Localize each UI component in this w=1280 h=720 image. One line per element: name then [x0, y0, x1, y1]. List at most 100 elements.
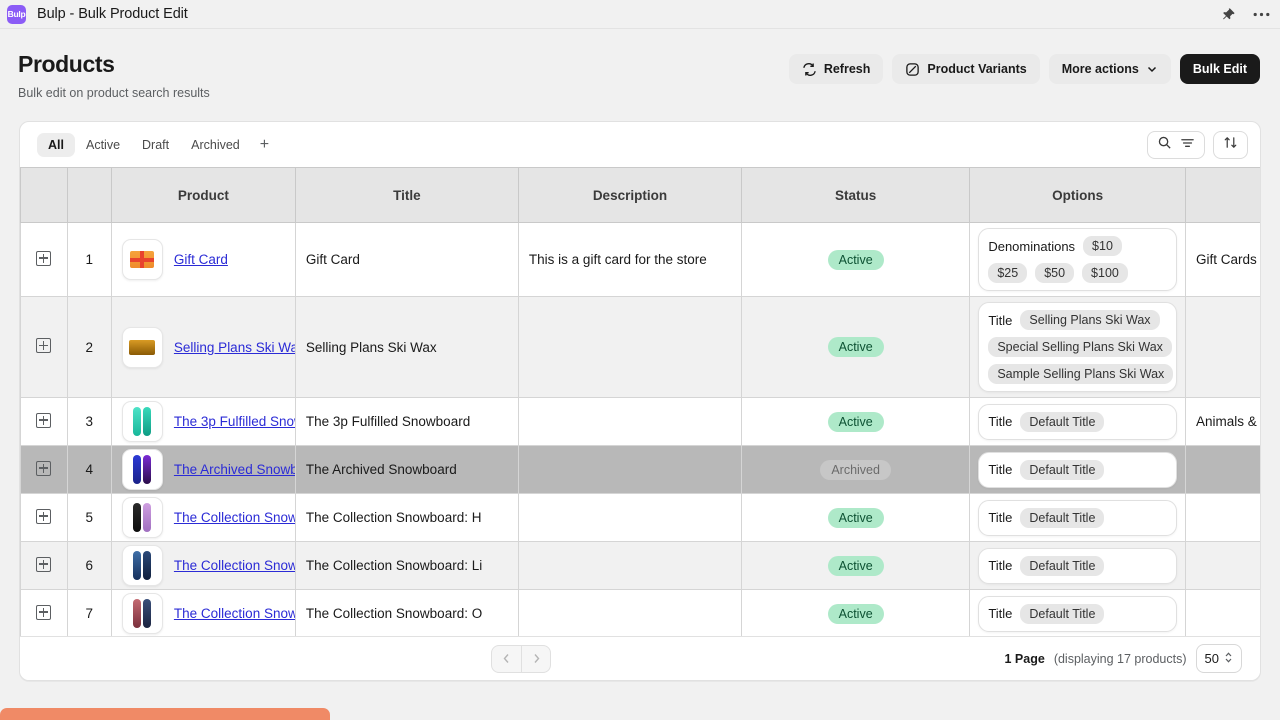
row-title-cell[interactable]: Selling Plans Ski Wax — [294, 296, 519, 398]
row-options-cell[interactable]: Denominations $10 $25 $50 $100 — [969, 222, 1186, 297]
row-expand-cell[interactable] — [20, 296, 68, 398]
ellipsis-icon[interactable] — [1253, 12, 1270, 17]
refresh-button[interactable]: Refresh — [788, 54, 884, 84]
row-category-cell[interactable] — [1184, 541, 1260, 590]
expand-row-icon[interactable] — [36, 412, 52, 428]
tab-active[interactable]: Active — [75, 133, 131, 157]
row-title-cell[interactable]: Gift Card — [294, 222, 519, 297]
tab-all[interactable]: All — [37, 132, 75, 157]
row-category-cell[interactable] — [1184, 589, 1260, 636]
col-header-options[interactable]: Options — [969, 167, 1186, 223]
add-view-button[interactable]: + — [251, 134, 278, 156]
row-expand-cell[interactable] — [20, 397, 68, 446]
table-row[interactable]: 1 Gift Card Gift Card This is a gift car… — [20, 222, 1260, 297]
col-header-category[interactable]: Ca — [1184, 167, 1260, 223]
row-status-cell[interactable]: Active — [740, 296, 971, 398]
expand-row-icon[interactable] — [36, 338, 52, 353]
option-chip[interactable]: Default Title — [1020, 411, 1105, 432]
bulk-edit-button[interactable]: Bulk Edit — [1179, 54, 1260, 84]
per-page-stepper[interactable]: 50 — [1195, 644, 1242, 673]
row-status-cell[interactable]: Active — [740, 541, 971, 590]
row-category-cell[interactable]: Gift Cards — [1184, 222, 1260, 297]
table-row[interactable]: 5 The Collection Snowb The Collection Sn… — [20, 493, 1260, 542]
option-chip[interactable]: $100 — [1082, 263, 1128, 283]
next-page-button[interactable] — [521, 645, 550, 672]
table-row[interactable]: 3 The 3p Fulfilled Snowb The 3p Fulfille… — [20, 397, 1260, 446]
expand-row-icon[interactable] — [36, 460, 52, 476]
row-description-cell[interactable] — [517, 397, 742, 446]
product-link[interactable]: Gift Card — [174, 252, 228, 267]
row-status-cell[interactable]: Archived — [740, 445, 971, 494]
row-status-cell[interactable]: Active — [740, 493, 971, 542]
option-chip[interactable]: Selling Plans Ski Wax — [1020, 310, 1160, 330]
row-description-cell[interactable]: This is a gift card for the store — [517, 222, 742, 297]
expand-row-icon[interactable] — [36, 250, 52, 266]
row-status-cell[interactable]: Active — [740, 397, 971, 446]
row-expand-cell[interactable] — [20, 445, 68, 494]
col-header-product[interactable]: Product — [110, 167, 296, 223]
more-actions-button[interactable]: More actions — [1048, 54, 1171, 84]
row-category-cell[interactable] — [1184, 296, 1260, 398]
row-options-cell[interactable]: Title Default Title — [969, 397, 1186, 446]
table-row[interactable]: 2 Selling Plans Ski Wax Selling Plans Sk… — [20, 296, 1260, 398]
product-link[interactable]: The 3p Fulfilled Snowb — [174, 414, 294, 429]
option-chip[interactable]: Default Title — [1020, 603, 1105, 624]
row-status-cell[interactable]: Active — [740, 222, 971, 297]
row-title-cell[interactable]: The Archived Snowboard — [294, 445, 519, 494]
table-row[interactable]: 4 The Archived Snowbo The Archived Snowb… — [20, 445, 1260, 494]
option-chip[interactable]: Default Title — [1020, 459, 1105, 480]
row-title-cell[interactable]: The 3p Fulfilled Snowboard — [294, 397, 519, 446]
row-expand-cell[interactable] — [20, 541, 68, 590]
row-options-cell[interactable]: Title Default Title — [969, 493, 1186, 542]
row-options-cell[interactable]: Title Default Title — [969, 541, 1186, 590]
expand-row-icon[interactable] — [36, 508, 52, 524]
row-description-cell[interactable] — [517, 296, 742, 398]
option-chip[interactable]: $50 — [1035, 263, 1075, 283]
col-header-description[interactable]: Description — [517, 167, 742, 223]
row-status-cell[interactable]: Active — [740, 589, 971, 636]
option-chip[interactable]: Special Selling Plans Ski Wax — [988, 337, 1172, 357]
tab-draft[interactable]: Draft — [131, 133, 180, 157]
expand-row-icon[interactable] — [36, 604, 52, 620]
row-category-cell[interactable] — [1184, 493, 1260, 542]
table-row[interactable]: 6 The Collection Snowb The Collection Sn… — [20, 541, 1260, 590]
pin-icon[interactable] — [1221, 7, 1236, 22]
product-link[interactable]: The Archived Snowbo — [174, 462, 294, 477]
col-header-status[interactable]: Status — [740, 167, 971, 223]
option-chip[interactable]: Default Title — [1020, 507, 1105, 528]
product-link[interactable]: Selling Plans Ski Wax — [174, 340, 294, 355]
filter-icon[interactable] — [1180, 136, 1195, 154]
tab-archived[interactable]: Archived — [180, 133, 251, 157]
row-expand-cell[interactable] — [20, 589, 68, 636]
row-options-cell[interactable]: Title Default Title — [969, 445, 1186, 494]
row-description-cell[interactable] — [517, 493, 742, 542]
option-chip[interactable]: Default Title — [1020, 555, 1105, 576]
row-description-cell[interactable] — [517, 589, 742, 636]
products-table-scroll[interactable]: Product Title Description Status Options… — [20, 167, 1260, 636]
row-title-cell[interactable]: The Collection Snowboard: H — [294, 493, 519, 542]
row-description-cell[interactable] — [517, 541, 742, 590]
row-expand-cell[interactable] — [20, 222, 68, 297]
row-expand-cell[interactable] — [20, 493, 68, 542]
row-category-cell[interactable]: Animals & P — [1184, 397, 1260, 446]
row-description-cell[interactable] — [517, 445, 742, 494]
sort-button[interactable] — [1213, 130, 1248, 159]
row-options-cell[interactable]: Title Default Title — [969, 589, 1186, 636]
product-link[interactable]: The Collection Snowb — [174, 606, 294, 621]
option-chip[interactable]: $10 — [1083, 236, 1122, 256]
row-category-cell[interactable] — [1184, 445, 1260, 494]
table-row[interactable]: 7 The Collection Snowb The Collection Sn… — [20, 589, 1260, 636]
row-title-cell[interactable]: The Collection Snowboard: Li — [294, 541, 519, 590]
product-link[interactable]: The Collection Snowb — [174, 510, 294, 525]
product-variants-button[interactable]: Product Variants — [892, 54, 1040, 84]
search-icon[interactable] — [1157, 135, 1172, 155]
option-chip[interactable]: $25 — [988, 263, 1028, 283]
expand-row-icon[interactable] — [36, 556, 52, 572]
prev-page-button[interactable] — [492, 646, 521, 672]
option-chip[interactable]: Sample Selling Plans Ski Wax — [988, 364, 1174, 384]
row-title-cell[interactable]: The Collection Snowboard: O — [294, 589, 519, 636]
col-header-title[interactable]: Title — [294, 167, 519, 223]
product-link[interactable]: The Collection Snowb — [174, 558, 294, 573]
search-filter-pill[interactable] — [1147, 130, 1205, 159]
row-options-cell[interactable]: Title Selling Plans Ski Wax Special Sellin… — [969, 296, 1186, 398]
